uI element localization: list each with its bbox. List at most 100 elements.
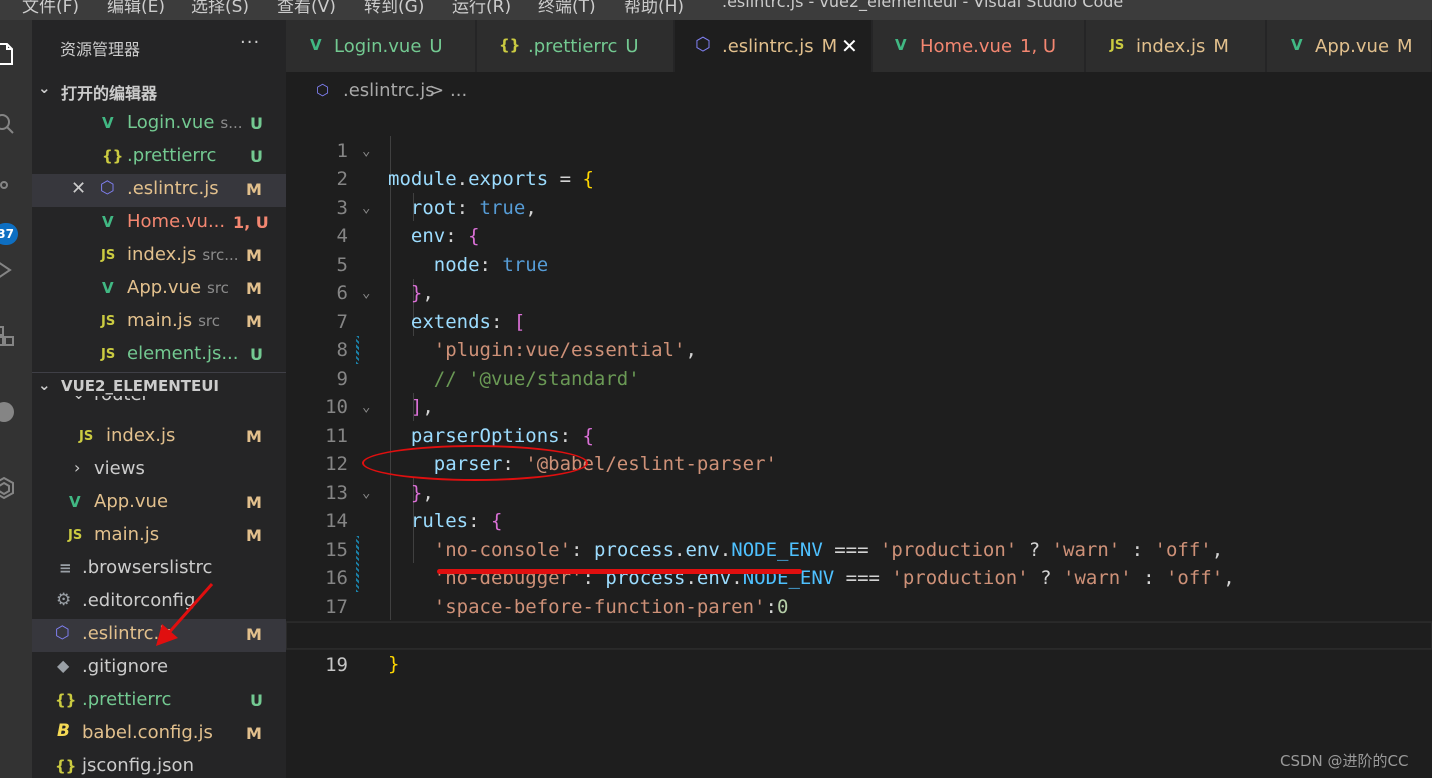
git-status: U <box>250 114 263 133</box>
eslint-file-icon: ⬡ <box>695 34 711 55</box>
open-editor-index-js[interactable]: JS index.js src... M <box>32 240 286 273</box>
menu-help[interactable]: 帮助(H) <box>624 0 684 17</box>
code-line: 1 ⌄ module.exports = { <box>286 108 1432 191</box>
open-editor-prettierrc[interactable]: {} .prettierrc U <box>32 141 286 174</box>
git-status: M <box>246 312 262 331</box>
tree-file-gitignore[interactable]: ◆ .gitignore <box>32 652 286 685</box>
vue-file-icon: V <box>310 36 322 54</box>
js-file-icon: JS <box>101 347 116 362</box>
account-icon[interactable] <box>0 400 16 424</box>
tab-home-vue[interactable]: V Home.vue 1, U <box>873 20 1085 72</box>
open-editor-element-js[interactable]: JS element.js... U <box>32 339 286 372</box>
json-file-icon: {} <box>55 757 77 775</box>
tree-file-jsconfig[interactable]: {} jsconfig.json <box>32 751 286 778</box>
git-status: M <box>246 246 262 265</box>
js-file-icon: JS <box>101 314 116 329</box>
git-status: M <box>246 427 262 446</box>
code-line: 9 ], <box>336 367 434 419</box>
files-icon[interactable] <box>0 42 16 66</box>
open-editor-app-vue[interactable]: V App.vue src M <box>32 273 286 306</box>
tree-file-prettierrc[interactable]: {} .prettierrc U <box>32 685 286 718</box>
eslint-file-icon: ⬡ <box>55 623 70 643</box>
git-status: U <box>250 691 263 710</box>
tab-prettierrc[interactable]: {} .prettierrc U <box>477 20 674 72</box>
open-editors-header[interactable]: ⌄ 打开的编辑器 <box>32 76 286 106</box>
menu-view[interactable]: 查看(V) <box>277 0 336 17</box>
menu-edit[interactable]: 编辑(E) <box>107 0 165 17</box>
search-icon[interactable] <box>0 112 16 136</box>
source-control-badge: 37 <box>0 223 18 245</box>
js-file-icon: JS <box>68 528 83 543</box>
menu-go[interactable]: 转到(G) <box>364 0 424 17</box>
code-line: 16 'space-before-function-paren':0 <box>286 536 1432 618</box>
menu-terminal[interactable]: 终端(T) <box>538 0 596 17</box>
menu-file[interactable]: 文件(F) <box>22 0 79 17</box>
tree-file-main-js[interactable]: JS main.js M <box>32 520 286 553</box>
code-line: 6 ⌄ extends: [ <box>286 251 1432 333</box>
git-status: M <box>246 493 262 512</box>
annotation-arrow <box>156 583 214 646</box>
tree-folder-router[interactable]: ⌄ router <box>32 396 286 416</box>
vue-file-icon: V <box>69 493 81 511</box>
more-actions-icon[interactable]: ··· <box>240 32 260 53</box>
json-file-icon: {} <box>102 147 124 165</box>
breadcrumb-more[interactable]: ... <box>450 80 467 101</box>
tree-file-index-js[interactable]: JS index.js M <box>32 421 286 454</box>
remote-icon[interactable] <box>0 476 16 500</box>
open-editor-eslintrc[interactable]: ✕ ⬡ .eslintrc.js M <box>32 174 286 207</box>
code-editor[interactable]: 1 ⌄ module.exports = { 2 root: true, 3 ⌄ e… <box>286 108 1432 778</box>
watermark: CSDN @进阶的CC <box>1280 752 1409 770</box>
code-line: 10 ⌄ parserOptions: { <box>286 365 1432 447</box>
code-line: 5 }, <box>336 253 434 305</box>
eslint-file-icon: ⬡ <box>100 178 115 198</box>
tree-file-babel-config[interactable]: B babel.config.js M <box>32 718 286 751</box>
title-bar: 文件(F) 编辑(E) 选择(S) 查看(V) 转到(G) 运行(R) 终端(T… <box>0 0 1432 20</box>
git-status: 1, U <box>233 213 269 232</box>
code-line: 18 } <box>325 624 400 675</box>
breadcrumb-file[interactable]: .eslintrc.js <box>343 80 435 101</box>
tab-eslintrc[interactable]: ⬡ .eslintrc.js M ✕ <box>675 20 872 72</box>
code-line: 14 'no-console': process.env.NODE_ENV ==… <box>325 510 1224 561</box>
js-file-icon: JS <box>1110 38 1125 53</box>
git-status: M <box>246 625 262 644</box>
annotation-underline <box>437 569 802 574</box>
chevron-down-icon: ⌄ <box>38 376 51 394</box>
annotation-ellipse <box>362 445 588 481</box>
git-status: U <box>250 147 263 166</box>
source-control-icon[interactable] <box>0 180 16 204</box>
editor-tabs: V Login.vue U {} .prettierrc U ⬡ .eslintrc… <box>286 20 1432 72</box>
tree-folder-views[interactable]: › views <box>32 454 286 487</box>
breadcrumb: ⬡ .eslintrc.js > ... <box>286 72 1432 108</box>
code-line: 3 ⌄ env: { <box>286 165 1432 248</box>
breadcrumb-separator: > <box>429 80 445 101</box>
tab-app-vue[interactable]: V App.vue M <box>1267 20 1432 72</box>
git-status: U <box>250 345 263 364</box>
vue-file-icon: V <box>1291 36 1303 54</box>
json-file-icon: {} <box>499 36 521 54</box>
close-icon[interactable]: ✕ <box>71 178 86 199</box>
vue-file-icon: V <box>895 36 907 54</box>
extensions-icon[interactable] <box>0 324 16 348</box>
run-debug-icon[interactable] <box>0 258 16 282</box>
code-line: 15 'no-debugger': process.env.NODE_ENV =… <box>286 507 1432 589</box>
open-editor-main-js[interactable]: JS main.js src M <box>32 306 286 339</box>
activity-bar: 37 <box>0 20 32 778</box>
git-status: M <box>246 724 262 743</box>
code-line: 11 parser: '@babel/eslint-parser' <box>325 424 777 476</box>
tree-file-app-vue[interactable]: V App.vue M <box>32 487 286 520</box>
git-file-icon: ◆ <box>57 656 70 675</box>
menu-selection[interactable]: 选择(S) <box>191 0 249 17</box>
text-file-icon: ≡ <box>59 559 72 577</box>
git-status: M <box>246 526 262 545</box>
chevron-down-icon: ⌄ <box>72 396 85 403</box>
open-editor-login-vue[interactable]: V Login.vue s... U <box>32 108 286 141</box>
open-editor-home-vue[interactable]: V Home.vu... 1, U <box>32 207 286 240</box>
vue-file-icon: V <box>102 114 114 132</box>
git-status: M <box>246 279 262 298</box>
tab-index-js[interactable]: JS index.js M <box>1086 20 1266 72</box>
window-title: .eslintrc.js - vue2_elementeui - Visual … <box>722 0 1124 11</box>
menu-run[interactable]: 运行(R) <box>452 0 511 17</box>
tab-login-vue[interactable]: V Login.vue U <box>286 20 476 72</box>
close-tab-icon[interactable]: ✕ <box>841 34 858 58</box>
explorer-sidebar: 资源管理器 ··· ⌄ 打开的编辑器 V Login.vue s... U {} … <box>32 20 286 778</box>
